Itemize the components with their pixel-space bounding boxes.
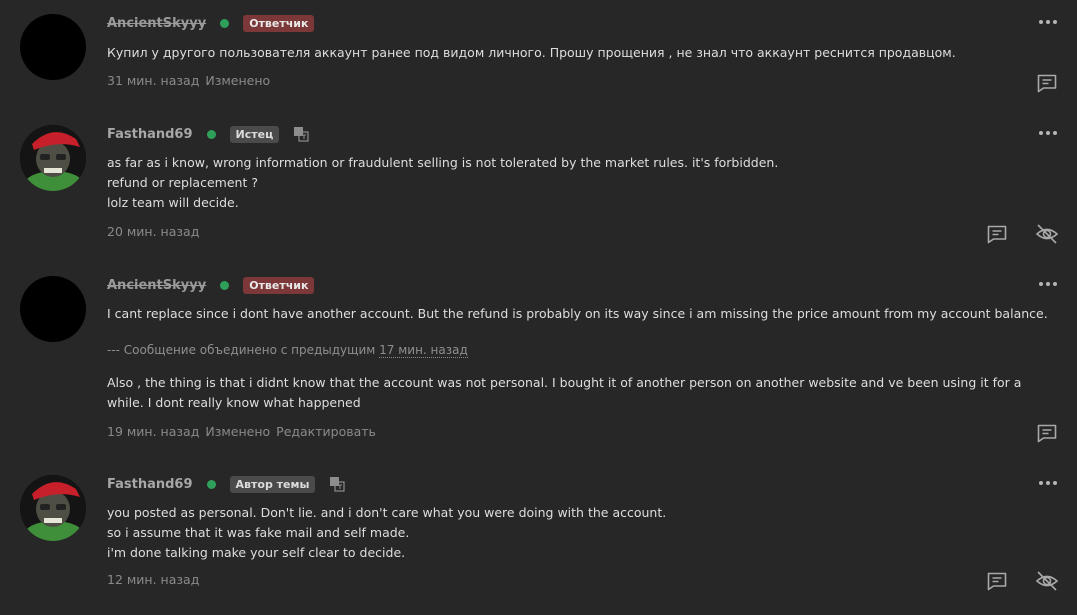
reply-icon[interactable] <box>1035 71 1059 95</box>
post-time[interactable]: 20 мин. назад <box>107 224 199 239</box>
post-line: refund or replacement ? <box>107 175 258 190</box>
post-meta: 20 мин. назад <box>107 223 205 241</box>
post-body-continued: Also , the thing is that i didnt know th… <box>107 373 1062 413</box>
eye-off-icon[interactable] <box>1035 222 1059 246</box>
more-dots-icon[interactable] <box>1039 280 1057 288</box>
more-dots-icon[interactable] <box>1039 129 1057 137</box>
avatar[interactable] <box>20 475 86 541</box>
online-status-dot <box>220 18 230 28</box>
post-header: AncientSkyyy Ответчик <box>107 276 315 294</box>
reply-icon[interactable] <box>985 569 1009 593</box>
post-actions <box>985 222 1059 246</box>
post-actions <box>1035 71 1059 95</box>
avatar[interactable] <box>20 14 86 80</box>
edit-link[interactable]: Редактировать <box>276 424 376 439</box>
post-line: so i assume that it was fake mail and se… <box>107 525 410 540</box>
username[interactable]: AncientSkyyy <box>107 16 206 31</box>
post-meta: 19 мин. назад Изменено Редактировать <box>107 423 382 441</box>
post-line: you posted as personal. Don't lie. and i… <box>107 505 667 520</box>
post-time[interactable]: 12 мин. назад <box>107 572 199 587</box>
post-body: I cant replace since i dont have another… <box>107 304 1062 324</box>
translate-icon[interactable] <box>293 126 309 142</box>
role-badge: Ответчик <box>243 276 315 294</box>
post-line: Купил у другого пользователя аккаунт ран… <box>107 45 956 60</box>
post-header: Fasthand69 Истец <box>107 125 309 143</box>
reply-icon[interactable] <box>985 222 1009 246</box>
avatar-image <box>20 475 86 541</box>
role-badge: Истец <box>229 125 280 143</box>
post-line: i'm done talking make your self clear to… <box>107 545 406 560</box>
merged-label: --- Сообщение объединено с предыдущим <box>107 343 376 357</box>
post-actions <box>1035 421 1059 445</box>
eye-off-icon[interactable] <box>1035 569 1059 593</box>
translate-icon[interactable] <box>329 476 346 492</box>
post-meta: 12 мин. назад <box>107 571 205 589</box>
post-body: you posted as personal. Don't lie. and i… <box>107 503 1062 563</box>
post-line: as far as i know, wrong information or f… <box>107 155 779 170</box>
post-header: Fasthand69 Автор темы <box>107 475 346 493</box>
post-meta: 31 мин. назад Изменено <box>107 72 276 90</box>
online-status-dot <box>206 479 216 489</box>
post-actions <box>985 569 1059 593</box>
post-line: I cant replace since i dont have another… <box>107 306 1048 321</box>
online-status-dot <box>220 280 230 290</box>
username[interactable]: AncientSkyyy <box>107 278 206 293</box>
merged-notice: --- Сообщение объединено с предыдущим 17… <box>107 341 468 359</box>
online-status-dot <box>206 129 216 139</box>
post-header: AncientSkyyy Ответчик <box>107 14 315 32</box>
edited-label[interactable]: Изменено <box>205 424 270 439</box>
more-dots-icon[interactable] <box>1039 18 1057 26</box>
thread-feed: AncientSkyyy Ответчик Купил у другого по… <box>0 0 1077 615</box>
username[interactable]: Fasthand69 <box>107 127 193 142</box>
role-badge: Автор темы <box>229 475 316 493</box>
more-dots-icon[interactable] <box>1039 479 1057 487</box>
post-body: Купил у другого пользователя аккаунт ран… <box>107 43 1062 63</box>
edited-label[interactable]: Изменено <box>205 73 270 88</box>
post-line: lolz team will decide. <box>107 195 239 210</box>
post-line: Also , the thing is that i didnt know th… <box>107 375 1022 410</box>
post-body: as far as i know, wrong information or f… <box>107 153 1062 213</box>
role-badge: Ответчик <box>243 14 315 32</box>
post-time[interactable]: 31 мин. назад <box>107 73 199 88</box>
post-time[interactable]: 19 мин. назад <box>107 424 199 439</box>
merged-time[interactable]: 17 мин. назад <box>379 343 468 358</box>
avatar[interactable] <box>20 276 86 342</box>
reply-icon[interactable] <box>1035 421 1059 445</box>
username[interactable]: Fasthand69 <box>107 477 193 492</box>
avatar[interactable] <box>20 125 86 191</box>
avatar-image <box>20 125 86 191</box>
